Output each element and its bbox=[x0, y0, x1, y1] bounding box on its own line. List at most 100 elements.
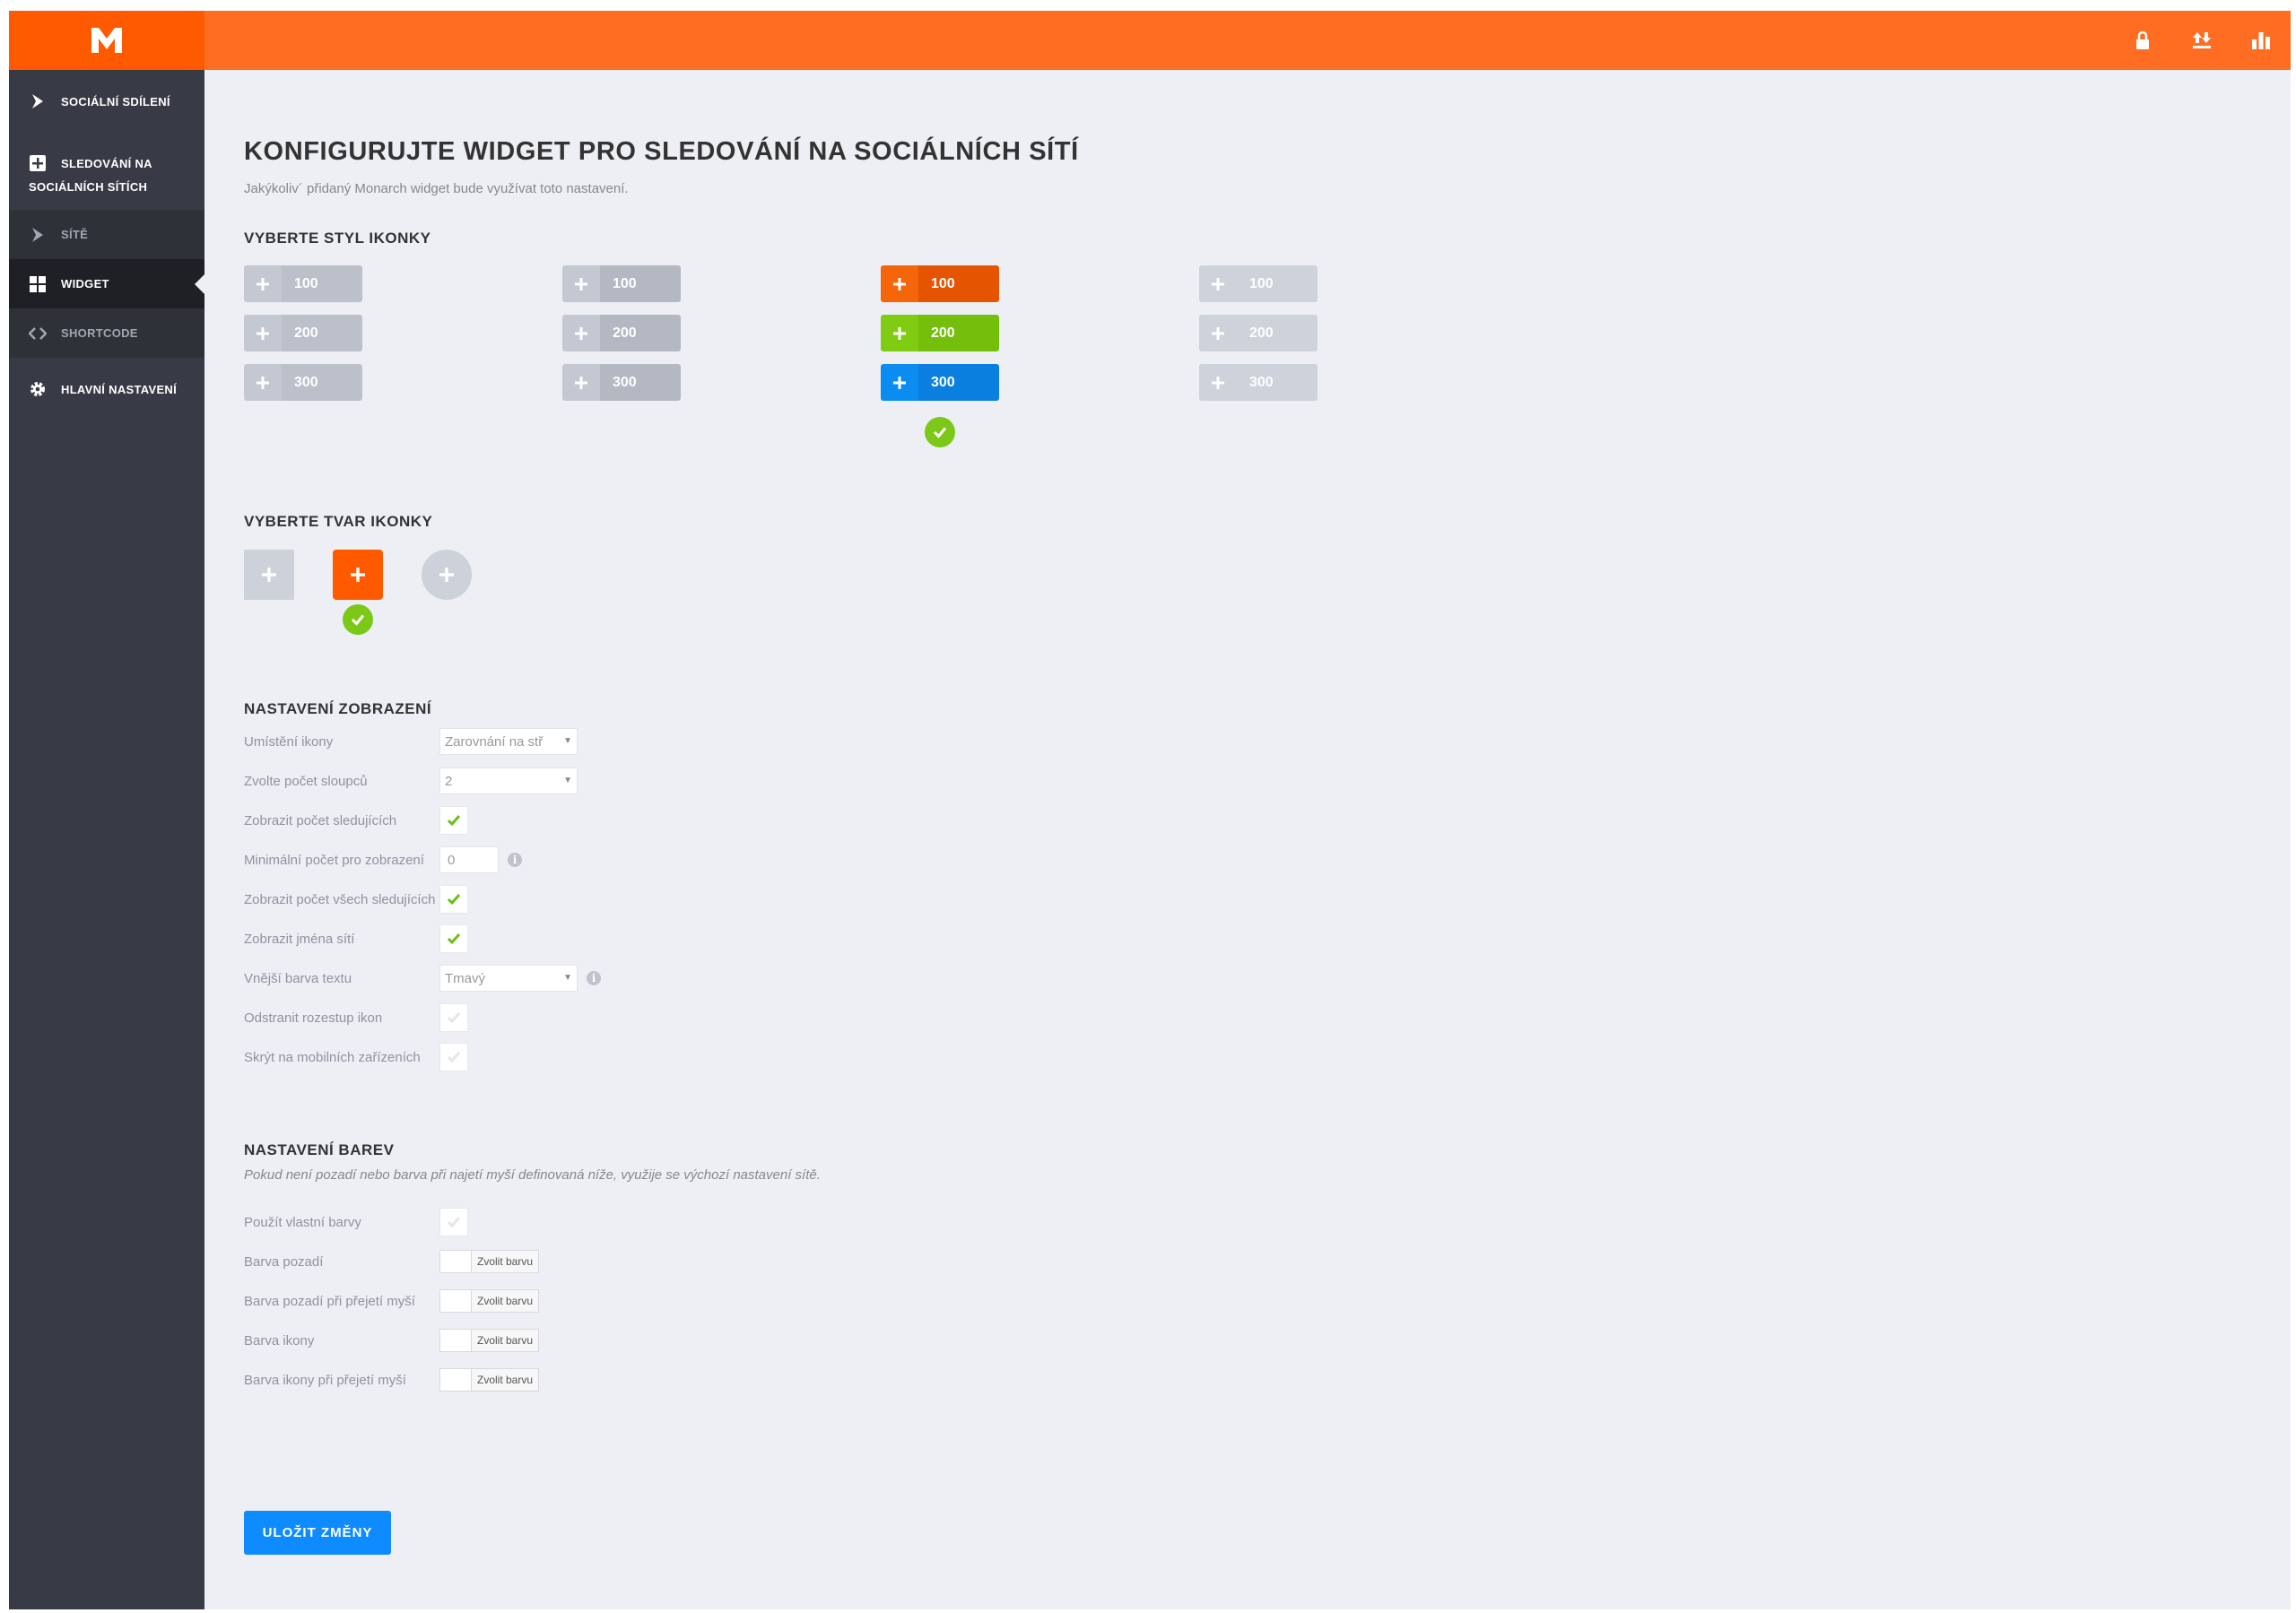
icon-color-label: Barva ikony bbox=[244, 1332, 315, 1349]
color-settings-title: NASTAVENÍ BAREV bbox=[244, 1141, 395, 1158]
plus-icon bbox=[893, 376, 906, 389]
icon-placement-row: Umístění ikony Zarovnání na stř ▼ bbox=[244, 727, 578, 756]
widget-grid-icon bbox=[29, 275, 47, 293]
plus-icon bbox=[257, 326, 269, 340]
checkmark-icon bbox=[447, 1052, 461, 1063]
plus-icon bbox=[351, 568, 365, 582]
networks-icon bbox=[29, 226, 47, 244]
page-subtitle: Jakýkoliv´ přidaný Monarch widget bude v… bbox=[244, 181, 629, 196]
plus-icon bbox=[1212, 376, 1224, 389]
show-network-names-checkbox[interactable] bbox=[439, 924, 468, 953]
show-follower-count-label: Zobrazit počet sledujících bbox=[244, 812, 397, 828]
chevron-down-icon: ▼ bbox=[563, 776, 572, 785]
style-button: 200 bbox=[1199, 315, 1318, 351]
style-button: 300 bbox=[244, 364, 362, 401]
bg-hover-color-label: Barva pozadí při přejetí myší bbox=[244, 1293, 415, 1309]
custom-colors-checkbox[interactable] bbox=[439, 1208, 468, 1236]
sidebar-item-social-sharing[interactable]: SOCIÁLNÍ SDÍLENÍ bbox=[9, 70, 204, 133]
info-icon[interactable]: i bbox=[587, 971, 601, 985]
icon-placement-select[interactable]: Zarovnání na stř ▼ bbox=[439, 728, 578, 755]
app-frame: SOCIÁLNÍ SDÍLENÍ SLEDOVÁNÍ NA SOCIÁLNÍCH… bbox=[9, 11, 2291, 1609]
columns-select[interactable]: 2 ▼ bbox=[439, 767, 578, 794]
main-content: KONFIGURUJTE WIDGET PRO SLEDOVÁNÍ NA SOC… bbox=[244, 70, 2291, 1609]
bg-color-label: Barva pozadí bbox=[244, 1253, 324, 1270]
sidebar: SOCIÁLNÍ SDÍLENÍ SLEDOVÁNÍ NA SOCIÁLNÍCH… bbox=[9, 70, 204, 1609]
show-total-label: Zobrazit počet všech sledujících bbox=[244, 891, 436, 907]
sidebar-item-widget[interactable]: WIDGET bbox=[9, 259, 204, 308]
icon-placement-label: Umístění ikony bbox=[244, 733, 334, 750]
show-follower-count-row: Zobrazit počet sledujících bbox=[244, 806, 468, 835]
selected-check-icon bbox=[925, 417, 955, 447]
lock-icon[interactable] bbox=[2131, 29, 2154, 52]
style-button: 300 bbox=[881, 364, 999, 401]
save-button[interactable]: ULOŽIT ZMĚNY bbox=[244, 1511, 391, 1555]
custom-colors-label: Použít vlastní barvy bbox=[244, 1214, 361, 1230]
icon-color-picker[interactable]: Zvolit barvu bbox=[439, 1329, 540, 1352]
stats-icon[interactable] bbox=[2249, 29, 2273, 52]
sidebar-item-networks[interactable]: SÍTĚ bbox=[9, 210, 204, 259]
info-icon[interactable]: i bbox=[508, 853, 522, 867]
style-button: 200 bbox=[562, 315, 681, 351]
outer-text-color-select[interactable]: Tmavý ▼ bbox=[439, 965, 578, 992]
chevron-down-icon: ▼ bbox=[563, 973, 572, 983]
plus-icon bbox=[575, 376, 587, 389]
selected-check-icon bbox=[343, 604, 373, 635]
remove-spacing-label: Odstranit rozestup ikon bbox=[244, 1010, 383, 1026]
color-settings-note: Pokud není pozadí nebo barva při najetí … bbox=[244, 1167, 821, 1183]
bg-color-picker[interactable]: Zvolit barvu bbox=[439, 1250, 540, 1273]
plus-icon bbox=[575, 326, 587, 340]
min-count-row: Minimální počet pro zobrazení 0 i bbox=[244, 846, 522, 874]
plus-icon bbox=[262, 568, 276, 582]
checkmark-icon bbox=[447, 1217, 461, 1228]
style-button: 100 bbox=[562, 265, 681, 302]
checkmark-icon bbox=[447, 815, 461, 827]
gear-icon bbox=[29, 380, 47, 398]
outer-text-color-label: Vnější barva textu bbox=[244, 970, 352, 986]
shape-circle-button[interactable] bbox=[422, 550, 472, 600]
checkmark-icon bbox=[447, 1012, 461, 1024]
bg-hover-color-row: Barva pozadí při přejetí myší Zvolit bar… bbox=[244, 1287, 540, 1315]
plus-icon bbox=[575, 277, 587, 291]
min-count-input[interactable]: 0 bbox=[439, 846, 499, 873]
shape-rounded-button[interactable] bbox=[333, 550, 383, 600]
color-swatch bbox=[440, 1330, 472, 1351]
sidebar-item-shortcode[interactable]: SHORTCODE bbox=[9, 308, 204, 358]
checkmark-icon bbox=[447, 933, 461, 945]
columns-row: Zvolte počet sloupců 2 ▼ bbox=[244, 767, 578, 795]
bg-hover-color-picker[interactable]: Zvolit barvu bbox=[439, 1289, 540, 1313]
checkmark-icon bbox=[447, 894, 461, 906]
hide-mobile-label: Skrýt na mobilních zařízeních bbox=[244, 1049, 421, 1065]
top-icons bbox=[2131, 11, 2273, 70]
plus-icon bbox=[1212, 277, 1224, 291]
color-swatch bbox=[440, 1251, 472, 1272]
shape-square-button[interactable] bbox=[244, 550, 294, 600]
icon-hover-color-picker[interactable]: Zvolit barvu bbox=[439, 1368, 540, 1392]
hide-mobile-checkbox[interactable] bbox=[439, 1043, 468, 1071]
display-settings-title: NASTAVENÍ ZOBRAZENÍ bbox=[244, 700, 432, 717]
icon-style-title: VYBERTE STYL IKONKY bbox=[244, 230, 431, 247]
show-follower-count-checkbox[interactable] bbox=[439, 806, 468, 835]
import-export-icon[interactable] bbox=[2190, 29, 2213, 52]
sidebar-item-social-follow[interactable]: SLEDOVÁNÍ NA SOCIÁLNÍCH SÍTÍCH bbox=[9, 133, 204, 210]
show-network-names-row: Zobrazit jména sítí bbox=[244, 924, 468, 953]
min-count-label: Minimální počet pro zobrazení bbox=[244, 852, 424, 868]
outer-text-color-row: Vnější barva textu Tmavý ▼ i bbox=[244, 964, 601, 993]
top-bar bbox=[9, 11, 2291, 70]
color-swatch bbox=[440, 1369, 472, 1391]
monarch-logo[interactable] bbox=[9, 11, 204, 70]
icon-hover-color-label: Barva ikony při přejetí myší bbox=[244, 1372, 406, 1388]
style-button: 100 bbox=[244, 265, 362, 302]
style-button: 300 bbox=[1199, 364, 1318, 401]
plus-icon bbox=[439, 568, 454, 582]
plus-icon bbox=[1212, 326, 1224, 340]
remove-spacing-checkbox[interactable] bbox=[439, 1003, 468, 1032]
plus-icon bbox=[893, 326, 906, 340]
remove-spacing-row: Odstranit rozestup ikon bbox=[244, 1003, 468, 1032]
code-icon bbox=[28, 325, 48, 343]
show-total-row: Zobrazit počet všech sledujících bbox=[244, 885, 468, 914]
chevron-down-icon: ▼ bbox=[563, 736, 572, 746]
custom-colors-row: Použít vlastní barvy bbox=[244, 1208, 468, 1236]
sidebar-item-main-settings[interactable]: HLAVNÍ NASTAVENÍ bbox=[9, 358, 204, 421]
icon-hover-color-row: Barva ikony při přejetí myší Zvolit barv… bbox=[244, 1366, 540, 1394]
show-total-checkbox[interactable] bbox=[439, 885, 468, 914]
